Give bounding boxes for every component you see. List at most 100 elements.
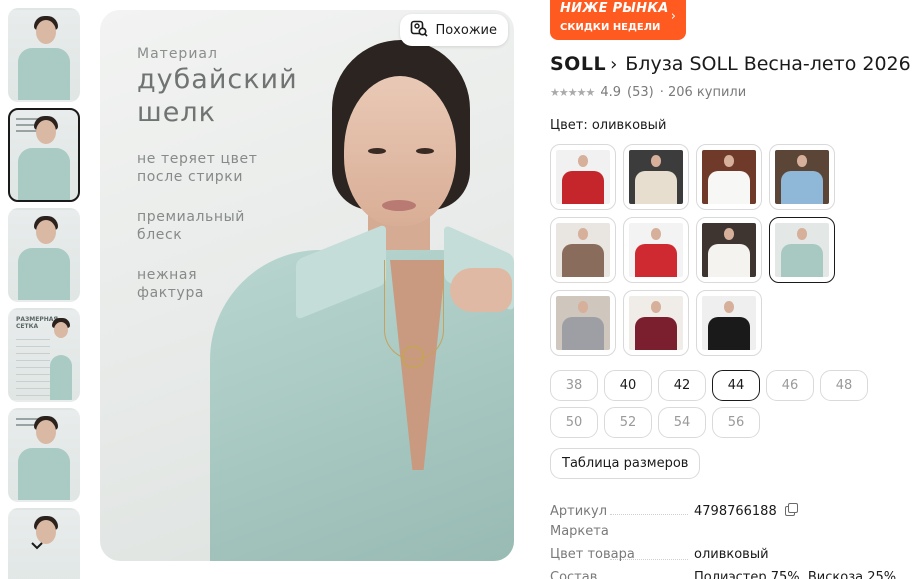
- thumbnail-5[interactable]: [8, 408, 80, 502]
- thumbnail-image: [18, 447, 70, 500]
- spec-composition-value: Полиэстер 75%, Вискоза 25%: [694, 570, 897, 579]
- promo-feature-2: премиальный блеск: [137, 208, 298, 244]
- thumbnail-image-head: [36, 420, 56, 444]
- color-swatch-brown[interactable]: [550, 217, 616, 283]
- promo-feature-2-line-2: блеск: [137, 227, 183, 243]
- product-title-row: SOLL › Блуза SOLL Весна-лето 2026: [550, 53, 911, 75]
- model-eye-left: [368, 148, 386, 154]
- color-swatch-image: [702, 296, 756, 350]
- color-swatch-milk[interactable]: [696, 217, 762, 283]
- swatch-shirt: [708, 170, 750, 204]
- color-swatch-image: [702, 223, 756, 277]
- size-option-44[interactable]: 44: [712, 370, 760, 401]
- thumbnail-image-head: [54, 322, 68, 338]
- swatch-head: [650, 155, 662, 168]
- article-number: 4798766188: [694, 504, 777, 519]
- spec-article-key-line-2: Маркета: [550, 524, 609, 539]
- thumbnail-image-head: [36, 220, 56, 244]
- promo-feature-1: не теряет цвет после стирки: [137, 150, 298, 186]
- swatch-shirt: [562, 316, 604, 350]
- necklace: [384, 260, 444, 360]
- color-swatch-image: [775, 150, 829, 204]
- size-option-42[interactable]: 42: [658, 370, 706, 401]
- size-option-54[interactable]: 54: [658, 407, 706, 438]
- model-lips: [382, 200, 416, 211]
- promo-badge-line-2: СКИДКИ НЕДЕЛИ: [560, 22, 661, 33]
- color-swatch-grey[interactable]: [550, 290, 616, 356]
- thumbnail-1[interactable]: [8, 8, 80, 102]
- color-swatch-image: [629, 150, 683, 204]
- main-product-image[interactable]: Материал дубайский шелк не теряет цвет п…: [100, 10, 514, 561]
- swatch-shirt: [708, 316, 750, 350]
- color-swatch-bordeaux[interactable]: [623, 290, 689, 356]
- size-table-button[interactable]: Таблица размеров: [550, 448, 701, 479]
- thumbnail-image: [50, 355, 72, 400]
- promo-text: Материал дубайский шелк не теряет цвет п…: [137, 46, 298, 302]
- thumbnail-image: [18, 47, 70, 100]
- color-swatch-beige[interactable]: [623, 144, 689, 210]
- size-option-46[interactable]: 46: [766, 370, 814, 401]
- thumbnail-2-active[interactable]: [8, 108, 80, 202]
- color-swatch-red-2[interactable]: [623, 217, 689, 283]
- color-swatch-image: [556, 150, 610, 204]
- brand-link[interactable]: SOLL: [550, 53, 606, 75]
- thumbnail-4-size-chart[interactable]: РАЗМЕРНАЯ СЕТКА: [8, 308, 80, 402]
- spec-article-value[interactable]: 4798766188: [694, 502, 798, 522]
- size-option-56[interactable]: 56: [712, 407, 760, 438]
- swatch-shirt: [781, 170, 823, 204]
- swatch-shirt: [562, 243, 604, 277]
- spec-dots: [610, 514, 688, 515]
- promo-title-line-1: дубайский: [137, 64, 298, 95]
- chevron-down-icon[interactable]: [30, 536, 44, 555]
- color-swatch-red[interactable]: [550, 144, 616, 210]
- similar-button[interactable]: Похожие: [400, 14, 508, 46]
- swatch-head: [723, 155, 735, 168]
- spec-article-key: Артикул Маркета: [550, 502, 609, 542]
- promo-material-label: Материал: [137, 46, 218, 62]
- size-option-52[interactable]: 52: [604, 407, 652, 438]
- rating-row[interactable]: ★★★★★ 4.9 (53) · 206 купили: [550, 85, 746, 100]
- thumbnail-6[interactable]: [8, 508, 80, 579]
- brand-chevron-icon: ›: [610, 53, 618, 75]
- swatch-head: [577, 228, 589, 241]
- copy-icon[interactable]: [784, 503, 798, 516]
- promo-feature-2-line-1: премиальный: [137, 209, 245, 225]
- promo-feature-1-line-1: не теряет цвет: [137, 151, 258, 167]
- star-rating-icon: ★★★★★: [550, 86, 595, 99]
- color-swatch-image: [775, 223, 829, 277]
- size-option-50[interactable]: 50: [550, 407, 598, 438]
- thumbnail-size-grid: [16, 336, 50, 396]
- thumbnail-3[interactable]: [8, 208, 80, 302]
- swatch-head: [723, 228, 735, 241]
- swatch-head: [650, 228, 662, 241]
- size-option-48[interactable]: 48: [820, 370, 868, 401]
- similar-label: Похожие: [435, 22, 497, 38]
- swatch-head: [577, 155, 589, 168]
- size-option-40[interactable]: 40: [604, 370, 652, 401]
- purchase-count: · 206 купили: [659, 85, 747, 100]
- color-swatch-olive[interactable]: [769, 217, 835, 283]
- promo-badge-line-1: НИЖЕ РЫНКА: [560, 1, 669, 16]
- spec-color-value: оливковый: [694, 547, 769, 562]
- color-swatch-black[interactable]: [696, 290, 762, 356]
- color-label: Цвет: оливковый: [550, 118, 667, 133]
- promo-title-line-2: шелк: [137, 97, 216, 128]
- spec-composition-key: Состав: [550, 570, 598, 579]
- chevron-right-icon: ›: [670, 9, 676, 24]
- spec-dots: [610, 559, 688, 560]
- color-swatch-image: [629, 223, 683, 277]
- product-title: Блуза SOLL Весна-лето 2026: [625, 53, 911, 75]
- promo-feature-3: нежная фактура: [137, 266, 298, 302]
- promo-feature-3-line-1: нежная: [137, 267, 198, 283]
- swatch-head: [796, 228, 808, 241]
- swatch-shirt: [635, 243, 677, 277]
- promo-badge[interactable]: НИЖЕ РЫНКА СКИДКИ НЕДЕЛИ ›: [550, 0, 686, 40]
- swatch-shirt: [781, 243, 823, 277]
- color-swatch-blue[interactable]: [769, 144, 835, 210]
- color-swatch-white[interactable]: [696, 144, 762, 210]
- model-eye-right: [416, 148, 434, 154]
- size-option-38[interactable]: 38: [550, 370, 598, 401]
- color-swatch-list: [550, 144, 895, 356]
- promo-feature-1-line-2: после стирки: [137, 169, 244, 185]
- color-swatch-image: [629, 296, 683, 350]
